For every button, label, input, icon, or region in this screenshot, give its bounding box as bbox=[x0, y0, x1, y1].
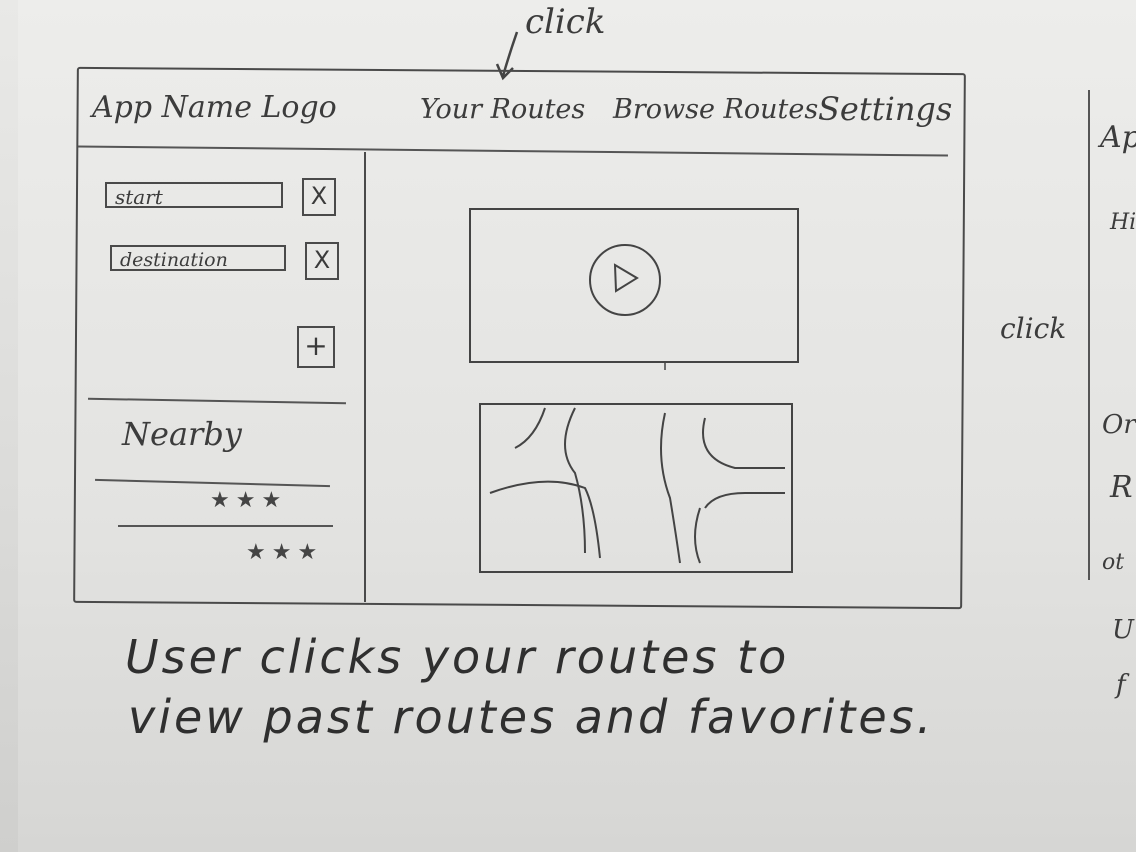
click-annotation-side: click bbox=[1000, 312, 1067, 345]
nearby-item-rating[interactable]: ★★★ bbox=[246, 540, 323, 565]
nav-settings[interactable]: Settings bbox=[818, 90, 952, 128]
fragment-text: Hi bbox=[1110, 210, 1136, 235]
fragment-text: R bbox=[1110, 470, 1133, 505]
nav-browse-routes[interactable]: Browse Routes bbox=[613, 94, 818, 125]
nearby-row-divider bbox=[118, 525, 333, 527]
nearby-item-rating[interactable]: ★★★ bbox=[210, 488, 287, 513]
remove-start-button[interactable]: X bbox=[302, 178, 336, 216]
add-stop-button[interactable]: + bbox=[297, 326, 335, 368]
remove-destination-button[interactable]: X bbox=[305, 242, 339, 280]
video-player[interactable] bbox=[465, 205, 805, 370]
fragment-text: ot bbox=[1102, 550, 1125, 575]
caption-line-2: view past routes and favorites. bbox=[128, 690, 935, 744]
click-annotation-top: click bbox=[525, 2, 606, 42]
destination-input[interactable]: destination bbox=[110, 245, 286, 271]
nav-your-routes[interactable]: Your Routes bbox=[420, 94, 585, 125]
fragment-text: Or bbox=[1102, 410, 1136, 440]
start-input[interactable]: start bbox=[105, 182, 283, 209]
fragment-text: U bbox=[1112, 615, 1134, 645]
play-icon[interactable] bbox=[589, 244, 661, 316]
sidebar bbox=[88, 152, 366, 602]
nearby-heading: Nearby bbox=[122, 415, 242, 453]
map-view[interactable] bbox=[475, 398, 805, 580]
fragment-text: f bbox=[1116, 670, 1126, 700]
app-logo: App Name Logo bbox=[92, 90, 337, 125]
next-page-fragment bbox=[1088, 90, 1136, 580]
caption-line-1: User clicks your routes to bbox=[125, 630, 790, 684]
map-roads-icon bbox=[489, 407, 785, 564]
fragment-text: Ap bbox=[1100, 120, 1136, 155]
